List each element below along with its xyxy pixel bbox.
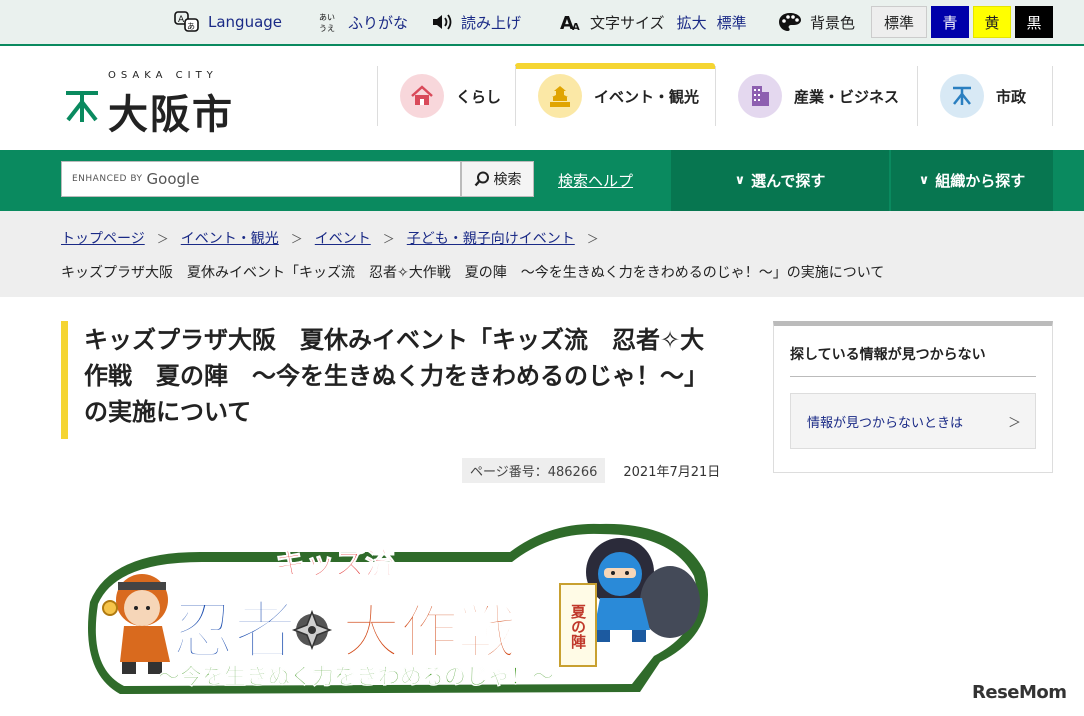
breadcrumb-link-event[interactable]: イベント xyxy=(315,228,371,248)
search-input[interactable]: ENHANCED BY Google xyxy=(61,161,461,197)
page-title-line: キッズプラザ大阪 夏休みイベント「キッズ流 忍者✧大 xyxy=(84,326,705,354)
org-search-button[interactable]: ∨ 組織から探す xyxy=(891,150,1053,211)
svg-text:あい: あい xyxy=(319,13,335,22)
enhanced-by-label: ENHANCED BY xyxy=(72,174,143,184)
city-emblem-icon xyxy=(940,74,984,118)
bg-yellow-button[interactable]: 黄 xyxy=(973,6,1011,38)
svg-text:うえ: うえ xyxy=(319,24,335,33)
event-banner: キッズ流 忍者 大作戦 夏の陣 〜今を生きぬく力をきわめるのじゃ！〜 xyxy=(80,512,720,702)
banner-subtitle: 〜今を生きぬく力をきわめるのじゃ！〜 xyxy=(158,664,554,690)
page-title: キッズプラザ大阪 夏休みイベント「キッズ流 忍者✧大 作戦 夏の陣 ～今を生きぬ… xyxy=(84,322,744,430)
furigana-icon: あい うえ xyxy=(318,11,340,33)
banner-title-ninja: 忍者 xyxy=(172,594,296,667)
page-title-line: の実施について xyxy=(84,398,252,426)
bg-standard-button[interactable]: 標準 xyxy=(871,6,927,38)
nav-label: 市政 xyxy=(996,87,1027,106)
nav-label: 産業・ビジネス xyxy=(794,87,900,106)
breadcrumb-current: キッズプラザ大阪 夏休みイベント「キッズ流 忍者✧大作戦 夏の陣 ～今を生きぬく… xyxy=(61,265,885,281)
breadcrumb-link-event-tourism[interactable]: イベント・観光 xyxy=(181,228,279,248)
svg-text:A: A xyxy=(178,15,185,25)
readaloud-button[interactable]: 読み上げ xyxy=(431,0,521,44)
building-icon xyxy=(738,74,782,118)
banner-title-kids: キッズ流 xyxy=(275,547,395,582)
choose-search-button[interactable]: ∨ 選んで探す xyxy=(671,150,889,211)
search-icon xyxy=(474,171,490,187)
nav-item-event[interactable]: イベント・観光 xyxy=(515,66,715,126)
fontsize-group: AA 文字サイズ 拡大 標準 xyxy=(560,0,747,44)
search-button-label: 検索 xyxy=(493,172,522,188)
publish-date: 2021年7月21日 xyxy=(623,465,721,480)
resemom-watermark: ReseMom xyxy=(972,682,1067,703)
bgcolor-label: 背景色 xyxy=(810,13,856,32)
readaloud-label: 読み上げ xyxy=(461,13,522,32)
choose-search-label: 選んで探す xyxy=(751,172,826,190)
chevron-down-icon: ∨ xyxy=(918,173,930,188)
sidebar-divider xyxy=(790,376,1036,377)
breadcrumb-link-top[interactable]: トップページ xyxy=(61,228,145,248)
chevron-right-icon: ＞ xyxy=(586,231,599,246)
logo-title[interactable]: 大阪市 xyxy=(108,82,234,140)
furigana-button[interactable]: あいうえ ふりがな xyxy=(318,0,408,44)
search-button[interactable]: 検索 xyxy=(461,161,534,197)
sidebar-link-not-found[interactable]: 情報が見つからないときは ＞ xyxy=(790,393,1036,449)
breadcrumb-link-kids[interactable]: 子ども・親子向けイベント xyxy=(407,228,575,248)
banner-title-natsu: 夏の陣 xyxy=(569,604,587,650)
house-icon xyxy=(400,74,444,118)
nav-label: イベント・観光 xyxy=(594,87,700,106)
logo-subtitle: OSAKA CITY xyxy=(108,70,218,81)
page-number: ページ番号：486266 xyxy=(462,458,606,483)
castle-icon xyxy=(538,74,582,118)
sidebar-heading: 探している情報が見つからない xyxy=(790,347,986,363)
bgcolor-group: 背景色 xyxy=(778,0,855,44)
bg-black-button[interactable]: 黒 xyxy=(1015,6,1053,38)
svg-text:A: A xyxy=(572,22,580,32)
google-label: Google xyxy=(146,170,200,188)
svg-text:あ: あ xyxy=(187,22,195,31)
language-button[interactable]: Aあ Language xyxy=(174,0,282,44)
banner-title-daisakusen: 大作戦 xyxy=(342,598,516,666)
page-title-line: 作戦 夏の陣 ～今を生きぬく力をきわめるのじゃ！～」 xyxy=(84,362,708,390)
chevron-right-icon: ＞ xyxy=(290,231,303,246)
fontsize-standard-button[interactable]: 標準 xyxy=(717,12,747,33)
osaka-city-emblem-icon[interactable] xyxy=(64,90,100,128)
page-meta: ページ番号：486266 2021年7月21日 xyxy=(462,458,720,483)
chevron-right-icon: ＞ xyxy=(382,231,395,246)
bg-blue-button[interactable]: 青 xyxy=(931,6,969,38)
speaker-icon xyxy=(431,12,453,32)
chevron-down-icon: ∨ xyxy=(734,173,746,188)
nav-label: くらし xyxy=(456,87,502,106)
furigana-label: ふりがな xyxy=(348,13,409,32)
nav-item-shisei[interactable]: 市政 xyxy=(917,66,1053,126)
chevron-right-icon: ＞ xyxy=(1007,415,1021,431)
nav-item-kurashi[interactable]: くらし xyxy=(377,66,515,126)
chevron-right-icon: ＞ xyxy=(156,231,169,246)
breadcrumb xyxy=(0,211,1084,297)
fontsize-label: 文字サイズ xyxy=(590,13,665,32)
org-search-label: 組織から探す xyxy=(935,172,1026,190)
palette-icon xyxy=(778,12,802,32)
fontsize-enlarge-button[interactable]: 拡大 xyxy=(677,12,707,33)
nav-item-business[interactable]: 産業・ビジネス xyxy=(715,66,917,126)
translate-icon: Aあ xyxy=(174,11,200,33)
sidebar-link-label: 情報が見つからないときは xyxy=(807,415,964,431)
language-label: Language xyxy=(208,13,283,31)
search-help-link[interactable]: 検索ヘルプ xyxy=(558,170,633,191)
font-size-icon: AA xyxy=(560,12,582,32)
breadcrumb-links: トップページ ＞ イベント・観光 ＞ イベント ＞ 子ども・親子向けイベント ＞ xyxy=(61,228,611,248)
title-accent-bar xyxy=(61,321,68,439)
